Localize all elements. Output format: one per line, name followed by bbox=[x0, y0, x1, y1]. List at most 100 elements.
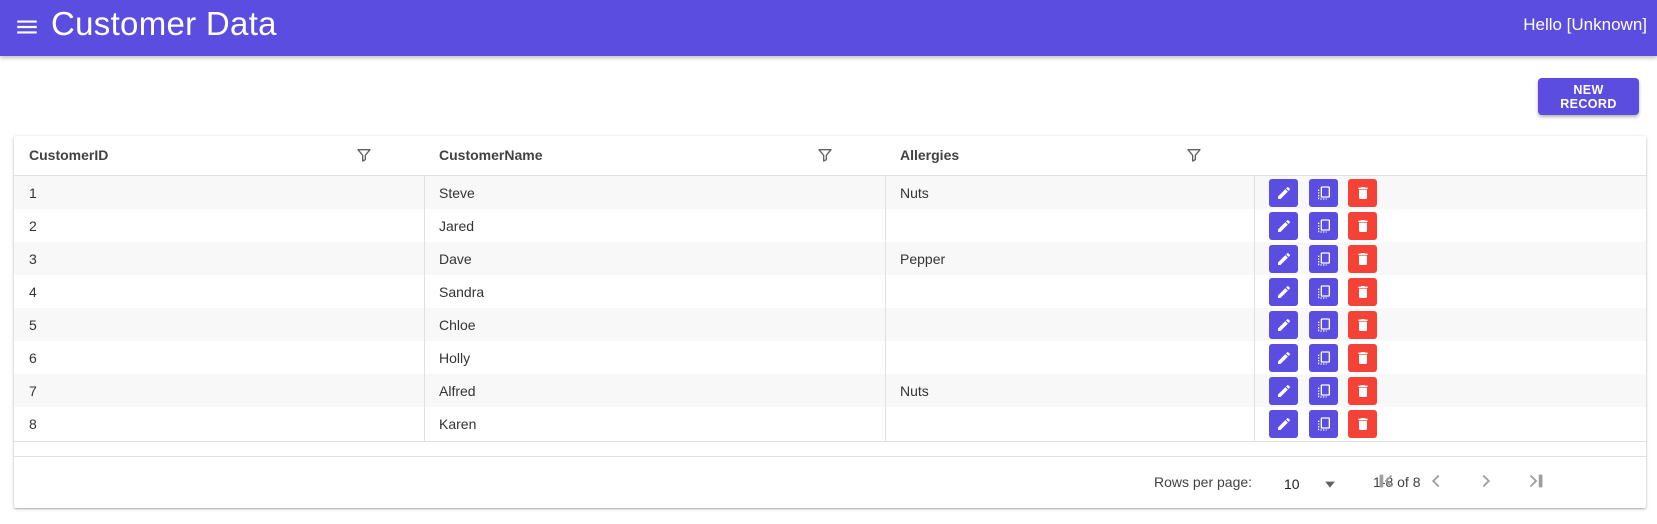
last-page-icon bbox=[1529, 474, 1543, 488]
edit-icon bbox=[1277, 384, 1290, 397]
copy-icon bbox=[1317, 417, 1330, 431]
table-row[interactable]: 5 Chloe bbox=[14, 308, 1646, 343]
rows-per-page-label: Rows per page: bbox=[1154, 474, 1253, 490]
table-row[interactable]: 3 Dave Pepper bbox=[14, 242, 1646, 277]
delete-button[interactable] bbox=[1348, 245, 1377, 273]
edit-button[interactable] bbox=[1269, 212, 1298, 240]
rows-per-page-value: 10 bbox=[1284, 476, 1300, 492]
rows-per-page-select[interactable]: 10 bbox=[1284, 470, 1350, 496]
column-divider bbox=[424, 407, 425, 441]
edit-button[interactable] bbox=[1269, 410, 1298, 438]
cell-customerid: 1 bbox=[29, 185, 37, 201]
copy-icon bbox=[1317, 285, 1330, 299]
table-header: CustomerID CustomerName Allergies bbox=[14, 136, 1646, 176]
column-divider bbox=[885, 407, 886, 441]
filter-icon[interactable] bbox=[356, 147, 372, 163]
column-header-customerid[interactable]: CustomerID bbox=[29, 136, 108, 175]
previous-page-button[interactable] bbox=[1419, 464, 1453, 498]
cell-allergies: Nuts bbox=[900, 383, 929, 399]
delete-icon bbox=[1357, 385, 1368, 397]
app-bar: Customer Data Hello [Unknown] bbox=[0, 0, 1657, 56]
column-divider bbox=[1254, 209, 1255, 243]
table-row[interactable]: 2 Jared bbox=[14, 209, 1646, 244]
edit-button[interactable] bbox=[1269, 344, 1298, 372]
edit-button[interactable] bbox=[1269, 179, 1298, 207]
table-row[interactable]: 7 Alfred Nuts bbox=[14, 374, 1646, 409]
column-header-customername[interactable]: CustomerName bbox=[439, 136, 542, 175]
next-page-button[interactable] bbox=[1469, 464, 1503, 498]
delete-button[interactable] bbox=[1348, 344, 1377, 372]
copy-icon bbox=[1317, 351, 1330, 365]
cell-customername: Sandra bbox=[439, 284, 485, 300]
copy-button[interactable] bbox=[1309, 278, 1338, 306]
delete-button[interactable] bbox=[1348, 311, 1377, 339]
filter-icon[interactable] bbox=[1186, 147, 1202, 163]
table-row[interactable]: 4 Sandra bbox=[14, 275, 1646, 310]
delete-button[interactable] bbox=[1348, 377, 1377, 405]
hamburger-menu-icon bbox=[17, 20, 37, 34]
edit-icon bbox=[1277, 417, 1290, 430]
last-page-button[interactable] bbox=[1519, 464, 1553, 498]
delete-icon bbox=[1357, 352, 1368, 364]
cell-customername: Holly bbox=[439, 350, 471, 366]
delete-icon bbox=[1357, 187, 1368, 199]
delete-button[interactable] bbox=[1348, 410, 1377, 438]
copy-button[interactable] bbox=[1309, 344, 1338, 372]
copy-button[interactable] bbox=[1309, 377, 1338, 405]
cell-customerid: 6 bbox=[29, 350, 37, 366]
edit-icon bbox=[1277, 186, 1290, 199]
copy-icon bbox=[1317, 384, 1330, 398]
column-divider bbox=[424, 209, 425, 243]
column-divider bbox=[1254, 176, 1255, 210]
cell-customername: Jared bbox=[439, 218, 475, 234]
cell-customerid: 2 bbox=[29, 218, 37, 234]
copy-button[interactable] bbox=[1309, 410, 1338, 438]
edit-icon bbox=[1277, 285, 1290, 298]
column-divider bbox=[424, 275, 425, 309]
delete-button[interactable] bbox=[1348, 179, 1377, 207]
delete-button[interactable] bbox=[1348, 278, 1377, 306]
cell-customername: Karen bbox=[439, 416, 477, 432]
first-page-button[interactable] bbox=[1369, 464, 1403, 498]
customer-data-grid: CustomerID CustomerName Allergies 1 Steve… bbox=[14, 136, 1646, 508]
edit-icon bbox=[1277, 351, 1290, 364]
edit-button[interactable] bbox=[1269, 245, 1298, 273]
table-row[interactable]: 8 Karen bbox=[14, 407, 1646, 442]
column-divider bbox=[1254, 407, 1255, 441]
table-row[interactable]: 6 Holly bbox=[14, 341, 1646, 376]
menu-button[interactable] bbox=[14, 14, 40, 40]
column-divider bbox=[885, 374, 886, 408]
divider bbox=[14, 456, 1646, 457]
cell-customerid: 8 bbox=[29, 416, 37, 432]
filter-icon[interactable] bbox=[817, 147, 833, 163]
cell-customername: Alfred bbox=[439, 383, 476, 399]
copy-button[interactable] bbox=[1309, 179, 1338, 207]
cell-customername: Steve bbox=[439, 185, 475, 201]
column-divider bbox=[885, 242, 886, 276]
copy-button[interactable] bbox=[1309, 245, 1338, 273]
edit-icon bbox=[1277, 252, 1290, 265]
cell-customerid: 3 bbox=[29, 251, 37, 267]
column-divider bbox=[1254, 242, 1255, 276]
copy-icon bbox=[1317, 219, 1330, 233]
edit-button[interactable] bbox=[1269, 377, 1298, 405]
delete-button[interactable] bbox=[1348, 212, 1377, 240]
cell-customername: Chloe bbox=[439, 317, 476, 333]
delete-icon bbox=[1357, 286, 1368, 298]
new-record-button[interactable]: NEW RECORD bbox=[1538, 78, 1639, 115]
column-divider bbox=[424, 308, 425, 342]
delete-icon bbox=[1357, 253, 1368, 265]
column-divider bbox=[424, 176, 425, 210]
cell-customerid: 4 bbox=[29, 284, 37, 300]
column-header-allergies[interactable]: Allergies bbox=[900, 136, 959, 175]
copy-button[interactable] bbox=[1309, 311, 1338, 339]
edit-button[interactable] bbox=[1269, 311, 1298, 339]
column-divider bbox=[885, 308, 886, 342]
column-divider bbox=[424, 374, 425, 408]
column-divider bbox=[424, 341, 425, 375]
table-row[interactable]: 1 Steve Nuts bbox=[14, 176, 1646, 211]
edit-button[interactable] bbox=[1269, 278, 1298, 306]
page-title: Customer Data bbox=[51, 5, 277, 42]
copy-button[interactable] bbox=[1309, 212, 1338, 240]
column-divider bbox=[1254, 341, 1255, 375]
